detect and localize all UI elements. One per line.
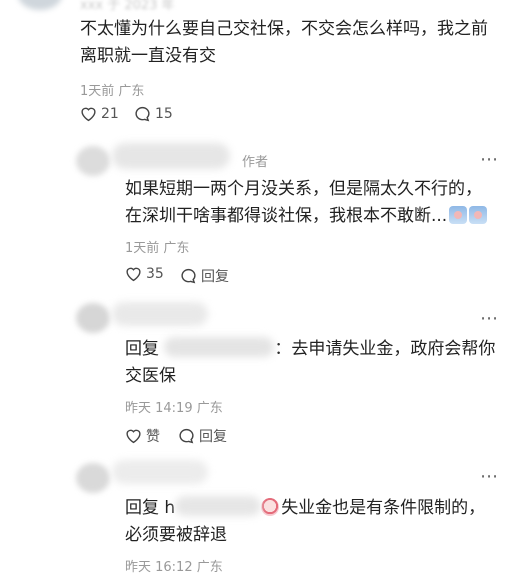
reply2-avatar[interactable] xyxy=(76,303,110,333)
cry-sticker-icon xyxy=(469,206,488,224)
top-comment-meta: 1天前 广东 xyxy=(80,84,145,99)
reply3-line2: 必须要被辞退 xyxy=(125,525,227,545)
reply2-line1: ：去申请失业金，政府会帮你 xyxy=(274,339,496,359)
top-avatar[interactable] xyxy=(18,0,62,10)
top-comment-line2: 离职就一直没有交 xyxy=(80,46,216,66)
reply1-text: 如果短期一两个月没关系，但是隔太久不行的， 在深圳干啥事都得谈社保，我根本不敢断… xyxy=(125,176,488,230)
reply2-meta: 昨天 14:19 广东 xyxy=(125,401,223,416)
cry-sticker-icon xyxy=(449,206,468,224)
reply1-like-button[interactable]: 35 xyxy=(125,266,164,282)
reply2-username-redacted[interactable] xyxy=(112,302,208,326)
reply1-line2-wrap: 在深圳干啥事都得谈社保，我根本不敢断... xyxy=(125,203,488,230)
top-comment-text: 不太懂为什么要自己交社保，不交会怎么样吗，我之前 离职就一直没有交 xyxy=(80,16,488,70)
reply3-username-redacted[interactable] xyxy=(112,460,208,484)
reply1-reply-button[interactable]: 回复 xyxy=(180,266,229,286)
heart-icon xyxy=(81,107,96,122)
reply2-line1-wrap: 回复 ：去申请失业金，政府会帮你 xyxy=(125,336,495,363)
reply2-text: 回复 ：去申请失业金，政府会帮你 交医保 xyxy=(125,336,495,390)
reply2-reply-prefix: 回复 xyxy=(125,339,159,359)
top-comment-count: 15 xyxy=(155,106,173,122)
reply3-text: 回复 h 失业金也是有条件限制的， 必须要被辞退 xyxy=(125,495,485,549)
reply2-like-label: 赞 xyxy=(146,429,160,445)
heart-icon xyxy=(126,429,141,444)
top-faded-header: xxx 于 2023 年 xyxy=(80,0,175,13)
top-comment-button[interactable]: 15 xyxy=(134,106,173,122)
heart-icon xyxy=(126,267,141,282)
reply1-line1: 如果短期一两个月没关系，但是隔太久不行的， xyxy=(125,179,482,199)
reply2-target-redacted[interactable] xyxy=(164,337,275,357)
reply1-avatar[interactable] xyxy=(76,146,110,176)
reply2-line2: 交医保 xyxy=(125,366,176,386)
top-like-button[interactable]: 21 xyxy=(80,106,119,122)
reply1-more-icon[interactable]: ⋯ xyxy=(480,149,499,170)
author-badge: 作者 xyxy=(242,155,269,170)
reply1-like-count: 35 xyxy=(146,266,164,282)
comment-icon xyxy=(179,428,194,444)
reply3-reply-prefix: 回复 xyxy=(125,498,159,518)
reply1-line2: 在深圳干啥事都得谈社保，我根本不敢断... xyxy=(125,206,448,226)
comment-icon xyxy=(181,268,196,284)
reply3-handle-start[interactable]: h xyxy=(164,498,175,518)
reply3-avatar[interactable] xyxy=(76,463,110,493)
reply3-meta: 昨天 16:12 广东 xyxy=(125,560,223,575)
comment-icon xyxy=(135,106,150,122)
reply1-username-redacted[interactable] xyxy=(112,143,230,169)
reply3-target-redacted[interactable] xyxy=(175,496,262,516)
reply1-meta: 1天前 广东 xyxy=(125,241,190,256)
reply2-reply-button[interactable]: 回复 xyxy=(178,426,227,446)
sticker-icon xyxy=(261,498,280,516)
reply3-more-icon[interactable]: ⋯ xyxy=(480,466,499,487)
reply3-line1: 失业金也是有条件限制的， xyxy=(281,498,486,518)
reply1-reply-label: 回复 xyxy=(201,269,229,285)
reply3-line1-wrap: 回复 h 失业金也是有条件限制的， xyxy=(125,495,485,522)
reply2-reply-label: 回复 xyxy=(199,429,227,445)
reply2-more-icon[interactable]: ⋯ xyxy=(480,308,499,329)
top-like-count: 21 xyxy=(101,106,119,122)
reply2-like-button[interactable]: 赞 xyxy=(125,426,160,446)
top-comment-line1: 不太懂为什么要自己交社保，不交会怎么样吗，我之前 xyxy=(80,19,488,39)
